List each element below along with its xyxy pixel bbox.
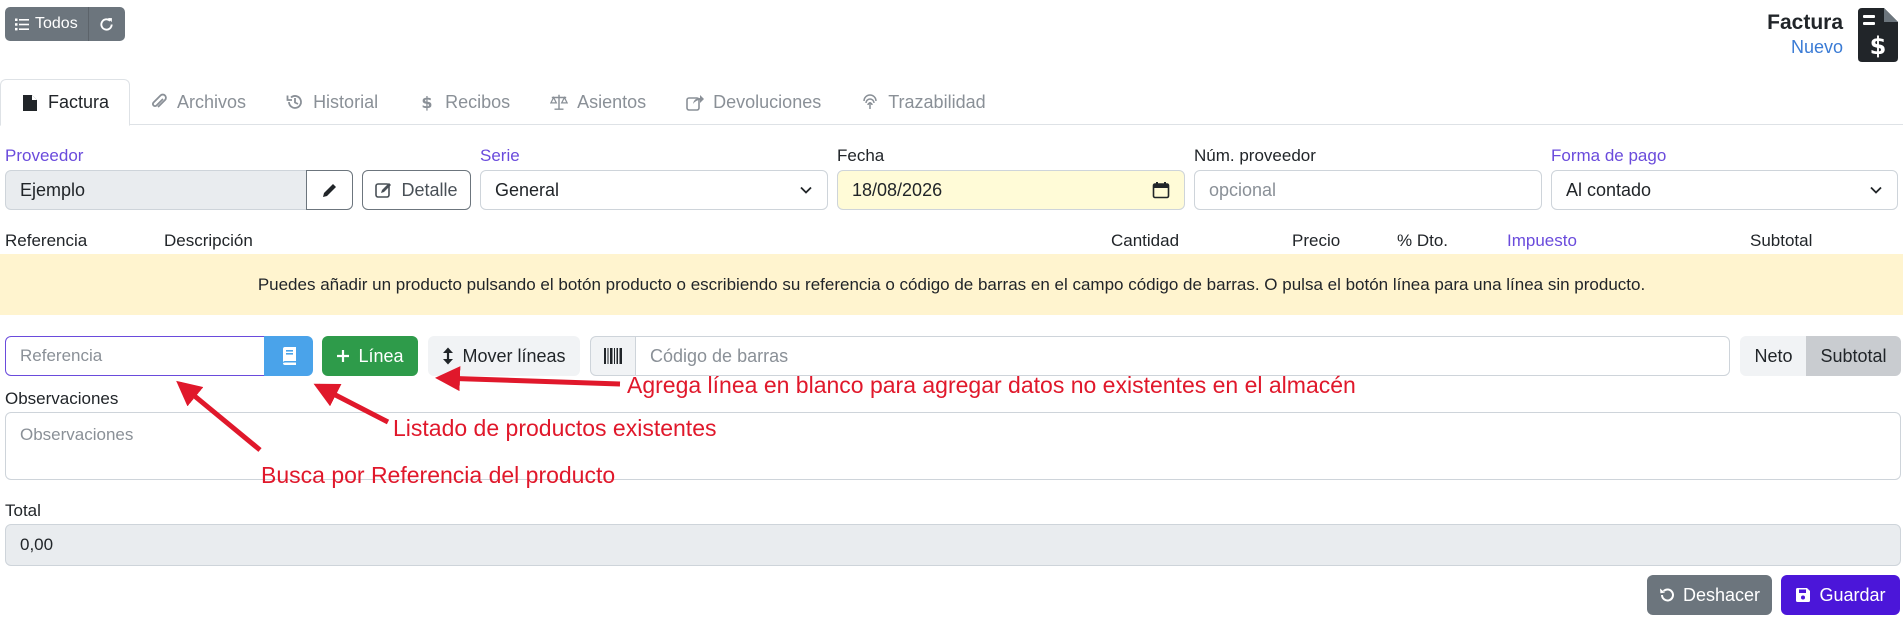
- calendar-icon[interactable]: [1152, 181, 1170, 199]
- dollar-icon: $: [422, 93, 433, 111]
- forma-pago-label[interactable]: Forma de pago: [1551, 146, 1666, 166]
- barcode-icon: [604, 348, 622, 364]
- serie-select[interactable]: General: [480, 170, 828, 210]
- annotation-agrega: Agrega línea en blanco para agregar dato…: [627, 372, 1356, 398]
- referencia-input[interactable]: Referencia: [5, 336, 265, 376]
- proveedor-label[interactable]: Proveedor: [5, 146, 83, 166]
- svg-text:$: $: [1870, 32, 1887, 60]
- edit-proveedor-button[interactable]: [306, 170, 353, 210]
- add-line-button[interactable]: Línea: [322, 336, 418, 376]
- tab-archivos[interactable]: Archivos: [130, 79, 266, 125]
- neto-label: Neto: [1754, 345, 1793, 366]
- annotation-busca: Busca por Referencia del producto: [261, 462, 616, 488]
- plus-icon: [337, 350, 350, 362]
- num-proveedor-placeholder: opcional: [1209, 179, 1277, 200]
- proveedor-field[interactable]: Ejemplo: [5, 170, 307, 210]
- info-alert: Puedes añadir un producto pulsando el bo…: [0, 254, 1903, 315]
- tab-factura[interactable]: Factura: [0, 79, 131, 126]
- col-referencia: Referencia: [5, 231, 88, 250]
- tab-recibos-label: Recibos: [445, 91, 511, 112]
- add-line-label: Línea: [358, 345, 404, 366]
- fecha-value: 18/08/2026: [852, 179, 943, 200]
- observaciones-label: Observaciones: [5, 389, 119, 408]
- document-header: Factura Nuevo: [1767, 10, 1843, 58]
- arrows-vertical-icon: [443, 347, 454, 365]
- subtotal-toggle[interactable]: Subtotal: [1806, 336, 1901, 376]
- fecha-label: Fecha: [837, 146, 885, 165]
- tab-asientos-label: Asientos: [577, 91, 647, 112]
- tab-recibos[interactable]: $ Recibos: [398, 79, 530, 125]
- col-cantidad: Cantidad: [1111, 231, 1180, 250]
- info-alert-text: Puedes añadir un producto pulsando el bo…: [257, 274, 1646, 294]
- svg-text:$: $: [422, 93, 433, 111]
- tab-factura-label: Factura: [48, 92, 110, 112]
- num-proveedor-label: Núm. proveedor: [1194, 146, 1316, 165]
- col-precio: Precio: [1292, 231, 1341, 250]
- num-proveedor-input[interactable]: opcional: [1194, 170, 1542, 210]
- edit-icon: [375, 183, 392, 198]
- tab-archivos-label: Archivos: [177, 91, 247, 112]
- barcode-input[interactable]: Código de barras: [635, 336, 1730, 376]
- observaciones-placeholder: Observaciones: [20, 425, 134, 444]
- detalle-button[interactable]: Detalle: [362, 170, 471, 210]
- arrow-to-linea: [435, 366, 621, 392]
- total-field: 0,00: [5, 524, 1901, 566]
- tab-trazabilidad-label: Trazabilidad: [888, 91, 986, 112]
- refresh-button[interactable]: [88, 7, 125, 41]
- tab-bar: Factura Archivos Historial $ Recibos Asi…: [0, 79, 1903, 126]
- todos-label: Todos: [35, 15, 78, 32]
- serie-label[interactable]: Serie: [480, 146, 520, 166]
- share-icon: [686, 95, 705, 111]
- paperclip-icon: [152, 93, 167, 108]
- fecha-input[interactable]: 18/08/2026: [837, 170, 1185, 210]
- refresh-icon: [100, 17, 113, 31]
- tab-devoluciones-label: Devoluciones: [713, 91, 822, 112]
- todos-button[interactable]: Todos: [5, 7, 89, 41]
- subtotal-label: Subtotal: [1820, 345, 1887, 366]
- product-list-button[interactable]: [264, 336, 313, 376]
- book-icon: [282, 347, 296, 365]
- chevron-down-icon: [1870, 186, 1882, 194]
- fingerprint-icon: [863, 94, 877, 109]
- move-lines-label: Mover líneas: [462, 345, 566, 366]
- col-subtotal: Subtotal: [1750, 231, 1813, 250]
- referencia-placeholder: Referencia: [20, 346, 103, 365]
- forma-pago-value: Al contado: [1566, 179, 1652, 200]
- invoice-icon: $: [1858, 8, 1898, 62]
- chevron-down-icon: [800, 186, 812, 194]
- move-lines-button[interactable]: Mover líneas: [428, 336, 580, 376]
- undo-icon: [1659, 588, 1674, 602]
- barcode-addon: [590, 336, 636, 376]
- tab-asientos[interactable]: Asientos: [530, 79, 666, 125]
- tab-trazabilidad[interactable]: Trazabilidad: [841, 79, 1005, 125]
- total-label: Total: [5, 501, 41, 520]
- col-impuesto[interactable]: Impuesto: [1507, 231, 1577, 251]
- detalle-label: Detalle: [401, 179, 458, 200]
- document-status: Nuevo: [1790, 37, 1843, 57]
- tab-devoluciones[interactable]: Devoluciones: [666, 79, 841, 125]
- guardar-label: Guardar: [1819, 584, 1886, 605]
- list-icon: [15, 18, 29, 30]
- col-descripcion: Descripción: [164, 231, 253, 250]
- neto-toggle[interactable]: Neto: [1740, 336, 1807, 376]
- deshacer-button[interactable]: Deshacer: [1647, 575, 1772, 615]
- file-icon: [23, 94, 37, 111]
- history-icon: [286, 95, 302, 109]
- deshacer-label: Deshacer: [1682, 584, 1761, 605]
- forma-pago-select[interactable]: Al contado: [1551, 170, 1898, 210]
- annotation-listado: Listado de productos existentes: [393, 415, 717, 441]
- serie-value: General: [495, 179, 560, 200]
- tab-historial-label: Historial: [313, 91, 379, 112]
- proveedor-value: Ejemplo: [20, 179, 86, 200]
- toolbar-group: Todos: [5, 7, 125, 41]
- document-title: Factura: [1767, 11, 1843, 34]
- balance-scale-icon: [550, 94, 569, 110]
- barcode-placeholder: Código de barras: [650, 345, 789, 366]
- tab-historial[interactable]: Historial: [266, 79, 398, 125]
- col-dto: % Dto.: [1397, 231, 1449, 250]
- save-icon: [1796, 588, 1811, 602]
- pencil-icon: [322, 182, 337, 197]
- total-value: 0,00: [20, 535, 54, 554]
- guardar-button[interactable]: Guardar: [1781, 575, 1900, 615]
